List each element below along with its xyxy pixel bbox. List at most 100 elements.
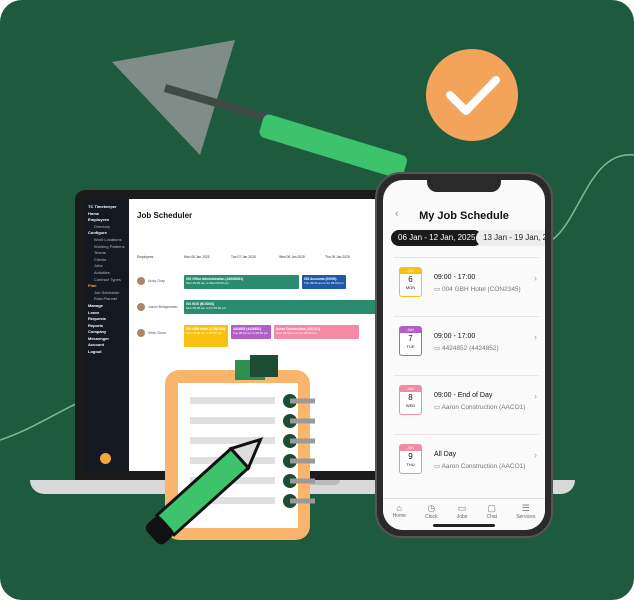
sidebar-item[interactable]: Company: [88, 329, 125, 336]
sidebar-item[interactable]: Messenger: [88, 336, 125, 343]
location-text: 004 GBH Hotel (CON2345): [441, 286, 521, 293]
range-tab-current[interactable]: 06 Jan - 12 Jan, 2025: [391, 230, 483, 246]
location-text: Aaron Construction (AACO1): [441, 463, 526, 470]
avatar: [137, 329, 145, 337]
weekday: TUE: [406, 344, 415, 349]
employee-name: Andy Gray: [148, 279, 165, 283]
job-time: Mon 09:00 am to Wed 05:00 pm: [186, 280, 229, 285]
phone-screen: ‹ My Job Schedule 06 Jan - 12 Jan, 2025 …: [383, 180, 545, 530]
sidebar-item[interactable]: Work Locations: [88, 237, 125, 244]
chevron-right-icon: ›: [534, 332, 537, 342]
sidebar-item[interactable]: Job Scheduler: [88, 290, 125, 297]
briefcase-icon: ▭: [457, 503, 467, 513]
weekday: MON: [405, 285, 416, 290]
job-time: 09:00 - End of Day: [434, 392, 493, 399]
chevron-right-icon: ›: [534, 273, 537, 283]
phone: ‹ My Job Schedule 06 Jan - 12 Jan, 2025 …: [375, 172, 553, 538]
chevron-right-icon: ›: [534, 391, 537, 401]
job-time: Wed 09:00 am to Fri 05:00 pm: [276, 330, 317, 335]
day: 7: [408, 334, 413, 343]
clock-icon: ◷: [427, 503, 436, 513]
avatar: [137, 277, 145, 285]
nav-label: Clock: [425, 514, 438, 520]
pencil-icon: [145, 437, 264, 545]
briefcase-icon: ▭: [434, 345, 442, 352]
phone-notch: [427, 180, 501, 192]
sidebar-item[interactable]: Requests: [88, 316, 125, 323]
date-badge: JAN 6 MON: [399, 267, 422, 297]
job-list-item[interactable]: JAN 6 MON 09:00 - 17:00 ▭ 004 GBH Hotel …: [394, 257, 539, 316]
job-list-item[interactable]: JAN 9 THU All Day ▭ Aaron Construction (…: [394, 434, 539, 493]
sidebar: TC Timekeeper Home Employees Directory Confi…: [84, 199, 129, 471]
list-icon: ☰: [521, 503, 530, 513]
employee-row[interactable]: Sean Gunn: [137, 329, 166, 337]
sidebar-item[interactable]: Working Patterns: [88, 244, 125, 251]
job-bar[interactable]: 003 Accounts (00000) Thu 09:00 am to Fri …: [302, 275, 346, 289]
day: 9: [408, 452, 413, 461]
sidebar-item[interactable]: Leave: [88, 310, 125, 317]
day: 8: [408, 393, 413, 402]
date-badge: JAN 9 THU: [399, 444, 422, 474]
sidebar-item[interactable]: Clients: [88, 257, 125, 264]
job-bar[interactable]: 002 Office Administration (ADMIN001) Mon …: [184, 275, 299, 289]
job-bar[interactable]: Aaron Construction (AACO1) Wed 09:00 am t…: [274, 325, 359, 339]
column-header: Tue 07 Jan 2025: [231, 255, 256, 259]
location-text: 4424852 (4424852): [441, 345, 499, 352]
chat-bubble-button[interactable]: [100, 453, 111, 464]
nav-services[interactable]: ☰ Services: [516, 499, 535, 530]
nav-label: Chat: [486, 514, 498, 520]
home-indicator: [433, 524, 495, 527]
column-header: Employees: [137, 255, 154, 259]
job-bar[interactable]: 004 GBH Hotel (CON2345) Mon 09:00 am to 0…: [184, 325, 228, 347]
day: 6: [408, 275, 413, 284]
chat-icon: ▢: [487, 503, 496, 513]
sidebar-item[interactable]: Configure: [88, 230, 125, 237]
sidebar-item[interactable]: Manage: [88, 303, 125, 310]
nav-label: Jobs: [456, 514, 468, 520]
page-title: Job Scheduler: [137, 211, 193, 220]
sidebar-item[interactable]: Plan: [88, 283, 125, 290]
briefcase-icon: ▭: [434, 404, 442, 411]
sidebar-item[interactable]: Activities: [88, 270, 125, 277]
nav-home[interactable]: ⌂ Home: [393, 499, 406, 530]
sidebar-item[interactable]: Contract Types: [88, 277, 125, 284]
column-header: Thu 09 Jan 2025: [325, 255, 350, 259]
date-badge: JAN 7 TUE: [399, 326, 422, 356]
sidebar-item[interactable]: Jobs: [88, 263, 125, 270]
decorative-curve: [551, 154, 634, 241]
weekday: WED: [405, 403, 416, 408]
home-icon: ⌂: [396, 503, 402, 513]
job-list-item[interactable]: JAN 8 WED 09:00 - End of Day ▭ Aaron Con…: [394, 375, 539, 434]
sidebar-item[interactable]: Teams: [88, 250, 125, 257]
job-location: ▭ 004 GBH Hotel (CON2345): [434, 285, 521, 293]
brand: TC Timekeeper: [88, 204, 117, 209]
trowel-icon: [112, 40, 407, 179]
page-title: My Job Schedule: [419, 210, 509, 222]
location-text: Aaron Construction (AACO1): [441, 404, 526, 411]
check-circle-icon: [426, 49, 518, 141]
sidebar-item[interactable]: Reports: [88, 323, 125, 330]
nav-label: Home: [392, 513, 406, 519]
sidebar-item[interactable]: Rota Planner: [88, 296, 125, 303]
sidebar-item[interactable]: Account: [88, 342, 125, 349]
column-header: Mon 06 Jan 2025: [184, 255, 210, 259]
sidebar-item[interactable]: Logout: [88, 349, 125, 356]
sidebar-item[interactable]: Home: [88, 211, 125, 218]
job-bar[interactable]: 4424852 (4424852) Tue 09:00 am to 05:00 p…: [231, 325, 271, 339]
job-time: 09:00 - 17:00: [434, 274, 476, 281]
job-location: ▭ Aaron Construction (AACO1): [434, 403, 525, 411]
job-list-item[interactable]: JAN 7 TUE 09:00 - 17:00 ▭ 4424852 (44248…: [394, 316, 539, 375]
employee-row[interactable]: Andy Gray: [137, 277, 165, 285]
sidebar-item[interactable]: Employees: [88, 217, 125, 224]
job-location: ▭ Aaron Construction (AACO1): [434, 462, 525, 470]
employee-name: Sean Gunn: [148, 331, 167, 335]
range-tab-next[interactable]: 13 Jan - 19 Jan, 2025: [476, 230, 545, 246]
weekday: THU: [406, 462, 415, 467]
job-time: All Day: [434, 451, 457, 458]
job-time: Mon 09:00 am to Fri 05:00 pm: [186, 305, 227, 310]
employee-name: Jason Bridgewater: [148, 305, 178, 309]
job-location: ▭ 4424852 (4424852): [434, 344, 499, 352]
employee-row[interactable]: Jason Bridgewater: [137, 303, 178, 311]
job-bar[interactable]: 001 BOS (BOS001) Mon 09:00 am to Fri 05:0…: [184, 300, 376, 314]
sidebar-item[interactable]: Directory: [88, 224, 125, 231]
